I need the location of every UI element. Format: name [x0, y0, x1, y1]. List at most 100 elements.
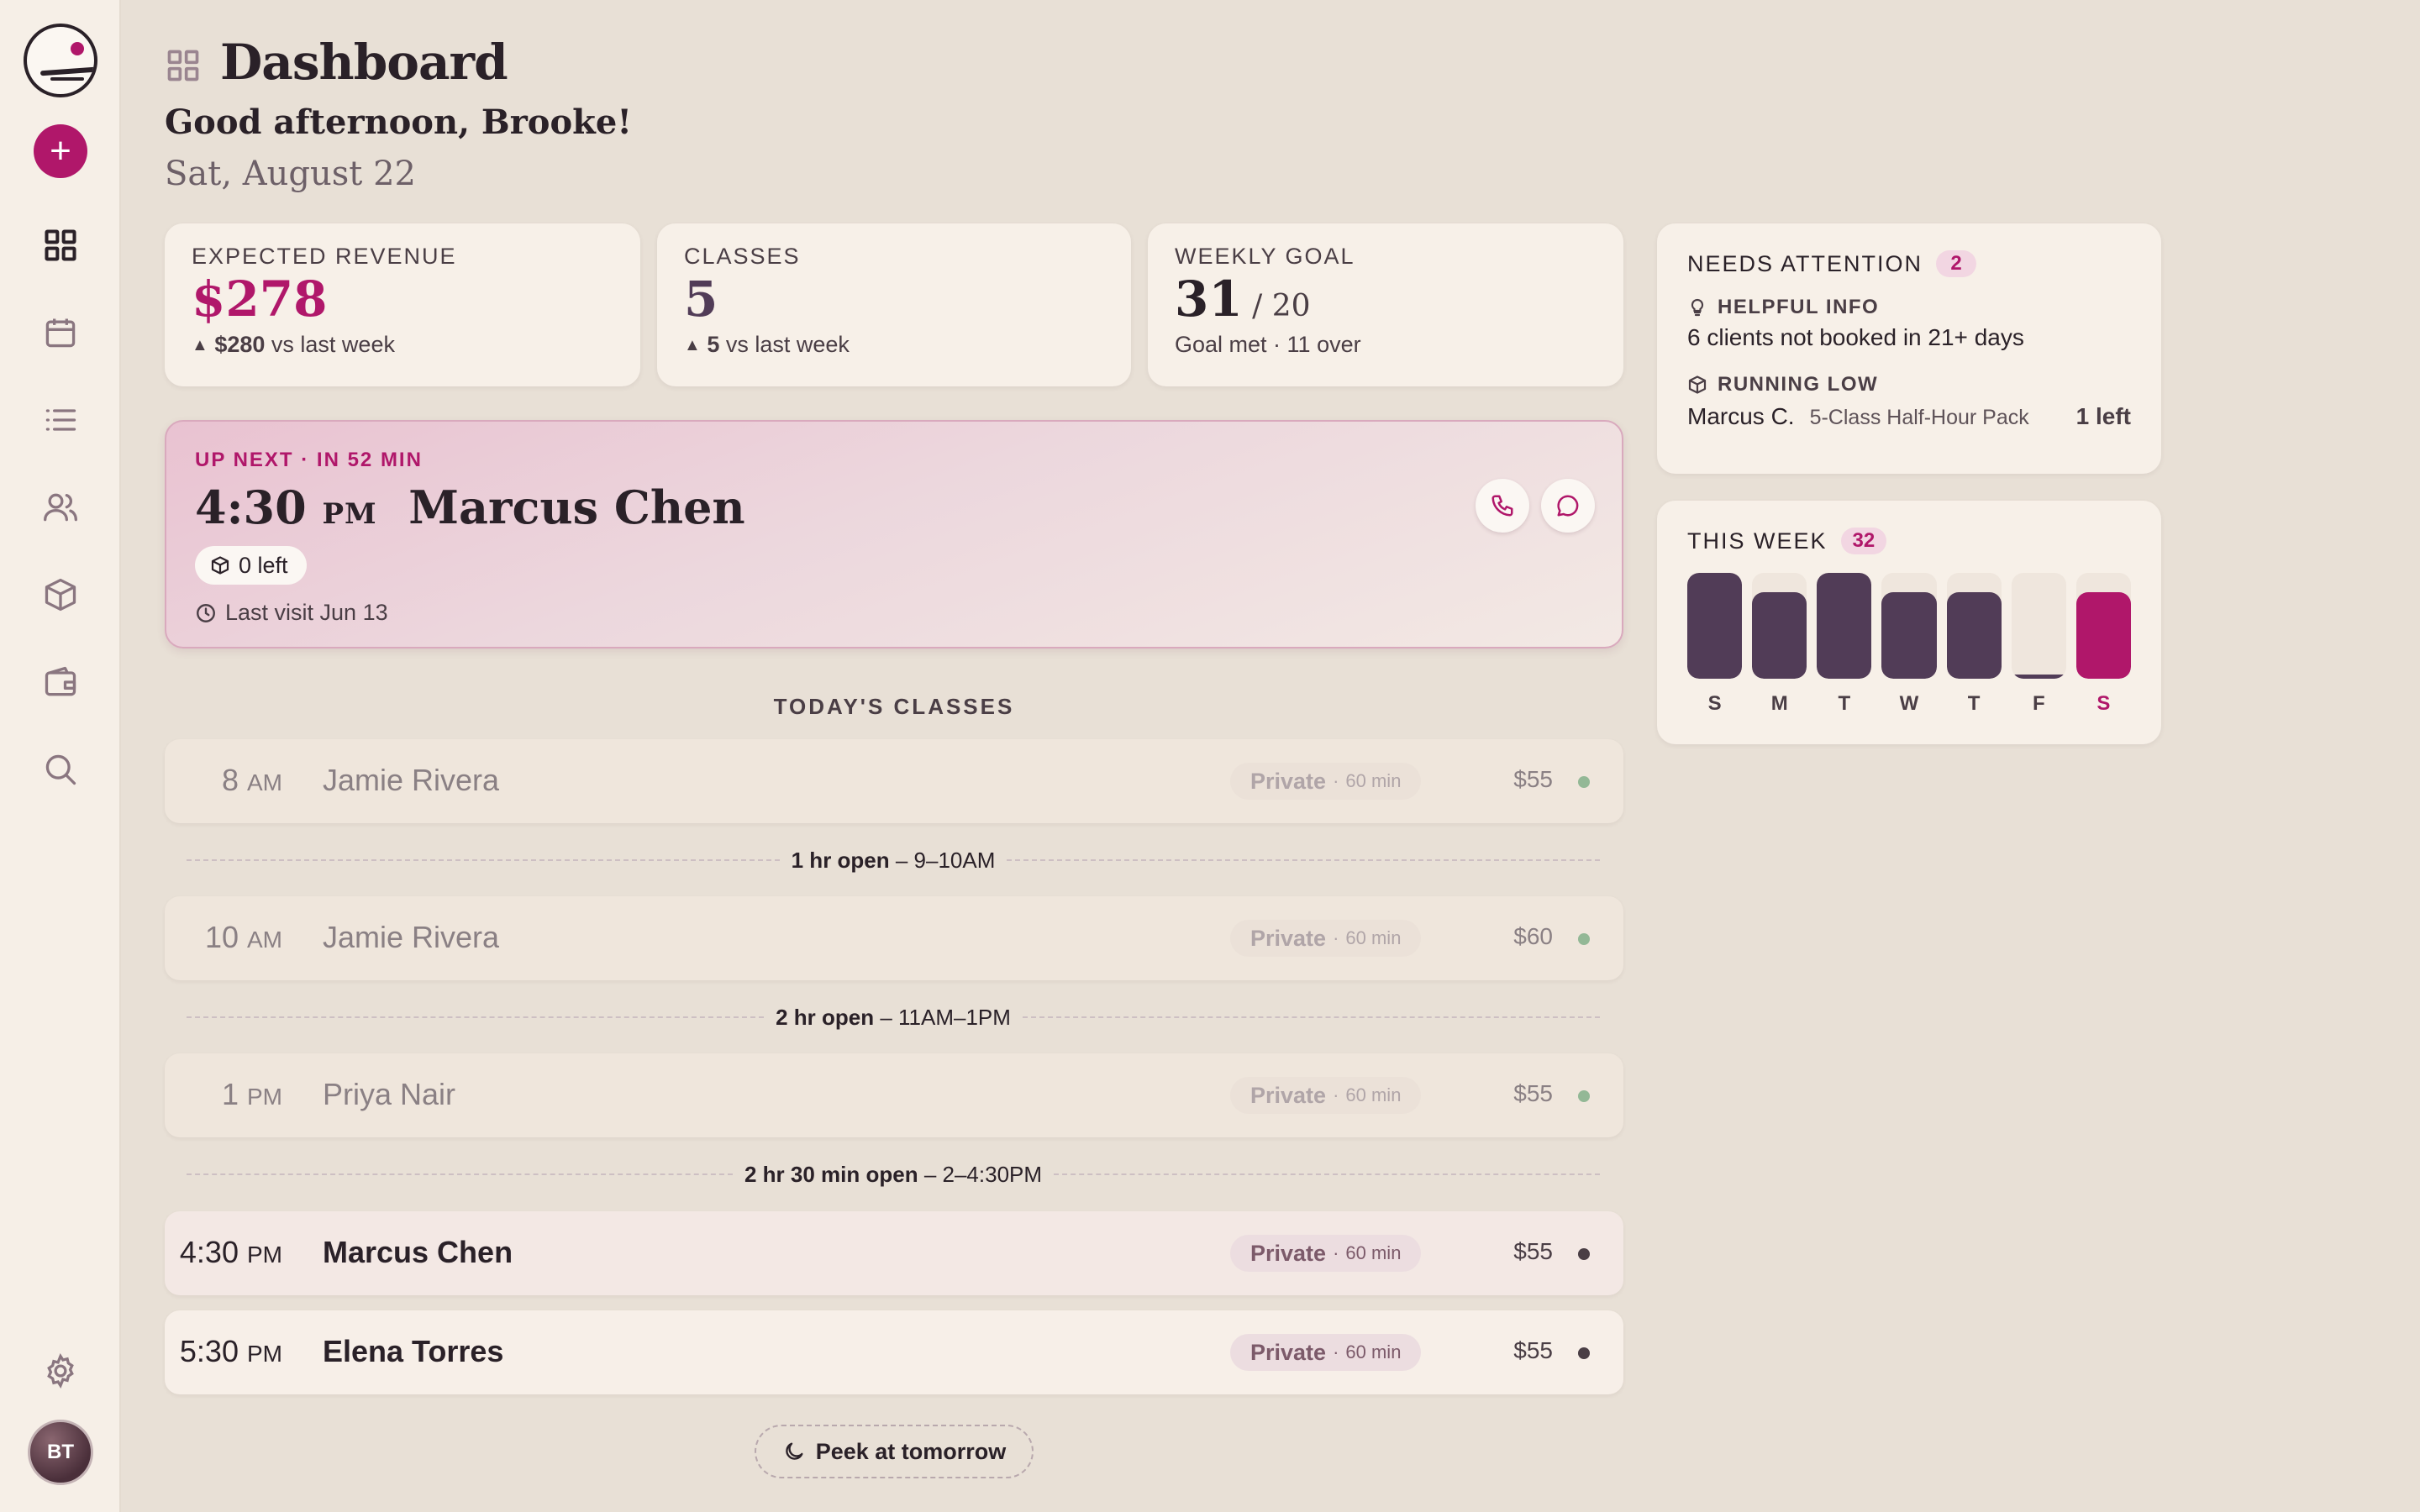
week-day-label: S — [2096, 692, 2111, 715]
goal-label: WEEKLY GOAL — [1175, 244, 1355, 269]
calendar-icon — [45, 318, 76, 348]
week-bar-track[interactable] — [1817, 573, 1872, 679]
goal-sub: Goal met · 11 over — [1175, 331, 1361, 357]
week-bar-track[interactable] — [2011, 573, 2066, 679]
add-button[interactable]: + — [34, 124, 87, 178]
running-low-heading: RUNNING LOW — [1687, 373, 2131, 396]
this-week-title: THIS WEEK 32 — [1687, 528, 2131, 554]
week-day-label: W — [1899, 692, 1919, 715]
class-client-name: Jamie Rivera — [323, 920, 500, 954]
nav-packages[interactable] — [37, 571, 84, 618]
nav-list[interactable] — [37, 396, 84, 444]
nav-dashboard[interactable] — [37, 222, 84, 269]
peek-tomorrow-button[interactable]: Peek at tomorrow — [755, 1425, 1034, 1478]
helpful-info-heading: HELPFUL INFO — [1687, 296, 2131, 319]
sidebar: + BT — [0, 0, 121, 1512]
open-gap-divider[interactable]: 1 hr open – 9–10AM — [187, 843, 1601, 877]
status-dot — [1578, 1248, 1590, 1260]
class-row[interactable]: 1 PM Priya Nair Private · 60 min $55 — [165, 1053, 1623, 1137]
dashboard-grid-icon — [167, 50, 199, 81]
needs-attention-card[interactable]: NEEDS ATTENTION 2 HELPFUL INFO 6 clients… — [1657, 223, 2161, 474]
class-price: $60 — [1513, 923, 1553, 949]
class-client-name: Marcus Chen — [323, 1235, 513, 1269]
class-price: $55 — [1513, 1337, 1553, 1363]
open-gap-text: 2 hr open – 11AM–1PM — [776, 1004, 1011, 1030]
week-bar-track[interactable] — [1752, 573, 1807, 679]
class-price: $55 — [1513, 1080, 1553, 1106]
search-icon — [45, 754, 76, 785]
gear-icon — [47, 1353, 74, 1389]
week-day-label: T — [1967, 692, 1981, 715]
class-row[interactable]: 10 AM Jamie Rivera Private · 60 min $60 — [165, 896, 1623, 980]
list-icon — [45, 409, 76, 431]
nav-clients[interactable] — [37, 484, 84, 531]
call-button[interactable] — [1476, 479, 1529, 533]
avatar[interactable]: BT — [28, 1420, 93, 1485]
class-time: 8 AM — [221, 763, 282, 797]
week-bar-chart — [1687, 573, 2131, 679]
class-type-pill: Private · 60 min — [1230, 920, 1422, 957]
helpful-info-item[interactable]: HELPFUL INFO 6 clients not booked in 21+… — [1687, 296, 2131, 351]
class-row[interactable]: 4:30 PM Marcus Chen Private · 60 min $55 — [165, 1211, 1623, 1295]
open-gap-text: 1 hr open – 9–10AM — [791, 847, 996, 873]
class-row[interactable]: 5:30 PM Elena Torres Private · 60 min $55 — [165, 1310, 1623, 1394]
nav-wallet[interactable] — [37, 659, 84, 706]
week-day-label: T — [1838, 692, 1851, 715]
week-bar — [2011, 674, 2066, 679]
nav-search[interactable] — [37, 746, 84, 793]
current-date: Sat, August 22 — [165, 155, 416, 193]
classes-card[interactable]: CLASSES 5 ▲ 5 vs last week — [657, 223, 1131, 386]
nav-settings[interactable] — [37, 1347, 84, 1394]
class-time: 4:30 PM — [179, 1235, 282, 1269]
status-dot — [1578, 776, 1590, 788]
week-bar-track[interactable] — [2075, 573, 2131, 679]
week-day-labels: SMTWTFS — [1687, 692, 2131, 716]
up-next-card[interactable]: UP NEXT · IN 52 MIN 4:30 PM Marcus Chen … — [165, 420, 1623, 648]
week-bar — [1946, 591, 2002, 679]
up-next-heading: 4:30 PM Marcus Chen — [195, 480, 745, 534]
package-badge: 0 left — [195, 546, 307, 585]
class-client-name: Elena Torres — [323, 1334, 504, 1368]
running-low-pack: 5-Class Half-Hour Pack — [1809, 406, 2029, 429]
revenue-card[interactable]: EXPECTED REVENUE $278 ▲ $280 vs last wee… — [165, 223, 640, 386]
up-triangle-icon: ▲ — [192, 335, 208, 354]
running-low-item[interactable]: RUNNING LOW Marcus C. 5-Class Half-Hour … — [1687, 373, 2131, 430]
status-dot — [1578, 933, 1590, 945]
this-week-card[interactable]: THIS WEEK 32 S M T W T F S — [1657, 501, 2161, 744]
nav-calendar[interactable] — [37, 309, 84, 356]
grid-icon — [45, 229, 76, 261]
weekly-goal-card[interactable]: WEEKLY GOAL 31 / 20 Goal met · 11 over — [1148, 223, 1623, 386]
week-day-label: F — [2032, 692, 2045, 715]
classes-label: CLASSES — [684, 244, 801, 269]
week-bar-track[interactable] — [1946, 573, 2002, 679]
goal-value: 31 / 20 — [1175, 270, 1311, 328]
class-row[interactable]: 8 AM Jamie Rivera Private · 60 min $55 — [165, 739, 1623, 823]
week-bar-track[interactable] — [1881, 573, 1937, 679]
page-title: Dashboard — [220, 34, 508, 91]
week-bar — [1881, 591, 1937, 679]
this-week-count: 32 — [1840, 528, 1887, 554]
goal-target: / 20 — [1252, 289, 1311, 323]
week-day-label: S — [1707, 692, 1722, 715]
open-gap-text: 2 hr 30 min open – 2–4:30PM — [744, 1161, 1043, 1187]
needs-attention-title: NEEDS ATTENTION 2 — [1687, 250, 2131, 277]
class-type-pill: Private · 60 min — [1230, 763, 1422, 800]
message-button[interactable] — [1541, 479, 1595, 533]
class-client-name: Priya Nair — [323, 1077, 456, 1111]
revenue-label: EXPECTED REVENUE — [192, 244, 457, 269]
classes-delta: ▲ 5 vs last week — [684, 331, 850, 357]
attention-count: 2 — [1936, 250, 1977, 277]
week-day-label: M — [1770, 692, 1788, 715]
box-icon — [211, 556, 229, 575]
open-gap-divider[interactable]: 2 hr open – 11AM–1PM — [187, 1000, 1600, 1034]
box-icon — [45, 578, 76, 612]
app-logo[interactable] — [24, 24, 97, 97]
moon-icon — [786, 1442, 803, 1460]
week-bar-track[interactable] — [1687, 573, 1743, 679]
lightbulb-icon — [1691, 298, 1704, 317]
week-bar — [2075, 591, 2131, 679]
class-price: $55 — [1513, 1238, 1553, 1264]
open-gap-divider[interactable]: 2 hr 30 min open – 2–4:30PM — [187, 1158, 1601, 1191]
week-bar — [1817, 573, 1872, 679]
box-icon — [1688, 375, 1707, 394]
